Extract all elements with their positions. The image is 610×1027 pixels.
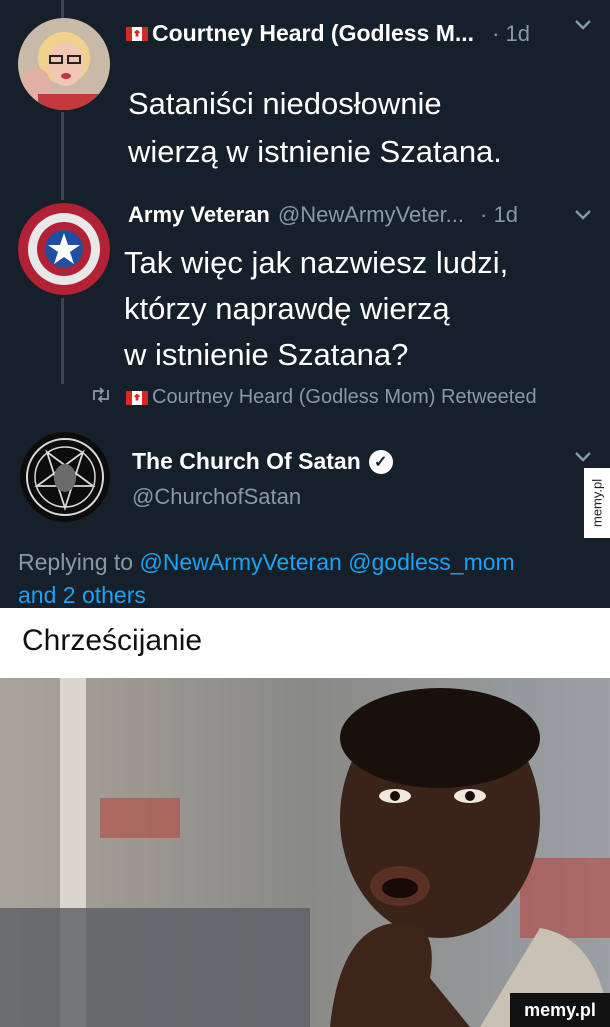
replying-prefix: Replying to [18, 549, 134, 575]
mention-godless-mom[interactable]: @godless_mom [348, 549, 515, 575]
tweet1-text-line1: Sataniści niedosłownie [128, 86, 442, 121]
reaction-photo [0, 678, 610, 1027]
replying-to: Replying to @NewArmyVeteran @godless_mom… [18, 546, 578, 612]
caption-text: Chrześcijanie [22, 624, 203, 657]
tweet2-header: Army Veteran @NewArmyVeter... · 1d [128, 202, 518, 228]
tweet2-author-name[interactable]: Army Veteran [128, 202, 270, 228]
tweet2-text-line3: w istnienie Szatana? [124, 337, 409, 372]
avatar-army-veteran[interactable] [18, 203, 110, 295]
chevron-down-icon[interactable] [573, 18, 593, 37]
tweet2-handle[interactable]: @NewArmyVeter... [278, 202, 464, 228]
thread-line [61, 298, 64, 384]
chevron-down-icon[interactable] [573, 208, 593, 227]
avatar-courtney[interactable] [18, 18, 110, 110]
tweet1-text-line2: wierzą w istnienie Szatana. [128, 134, 502, 169]
tweet3-author-name[interactable]: The Church Of Satan [132, 448, 361, 475]
verified-icon: ✓ [368, 449, 393, 474]
canada-flag-icon [126, 26, 148, 41]
tweet1-timestamp[interactable]: · 1d [492, 21, 530, 47]
tweet2-text: Tak więc jak nazwiesz ludzi, którzy napr… [124, 240, 508, 378]
memy-watermark-bottom: memy.pl [510, 993, 610, 1027]
mention-newarmyveteran[interactable]: @NewArmyVeteran [139, 549, 341, 575]
tweet2-timestamp[interactable]: · 1d [480, 202, 518, 228]
retweet-label[interactable]: Courtney Heard (Godless Mom) Retweeted [152, 386, 537, 409]
tweet2-text-line1: Tak więc jak nazwiesz ludzi, [124, 245, 509, 280]
memy-watermark-side-text: memy.pl [589, 478, 605, 528]
memy-watermark-side: memy.pl [584, 468, 610, 538]
tweet3-header: The Church Of Satan ✓ [132, 448, 393, 475]
tweet1-author-name[interactable]: Courtney Heard (Godless M... [152, 20, 474, 47]
retweet-icon [90, 387, 114, 408]
canada-flag-icon [126, 390, 148, 405]
thread-line [61, 112, 64, 200]
tweet2-text-line2: którzy naprawdę wierzą [124, 291, 450, 326]
tweet3-handle[interactable]: @ChurchofSatan [132, 484, 301, 510]
mention-others[interactable]: and 2 others [18, 582, 146, 608]
chevron-down-icon[interactable] [573, 450, 593, 469]
tweet1-header: Courtney Heard (Godless M... · 1d [126, 20, 530, 47]
retweet-indicator: Courtney Heard (Godless Mom) Retweeted [90, 386, 537, 409]
memy-watermark-bottom-text: memy.pl [524, 999, 596, 1020]
avatar-church-of-satan[interactable] [20, 432, 110, 522]
tweet1-text: Sataniści niedosłownie wierzą w istnieni… [128, 80, 502, 176]
